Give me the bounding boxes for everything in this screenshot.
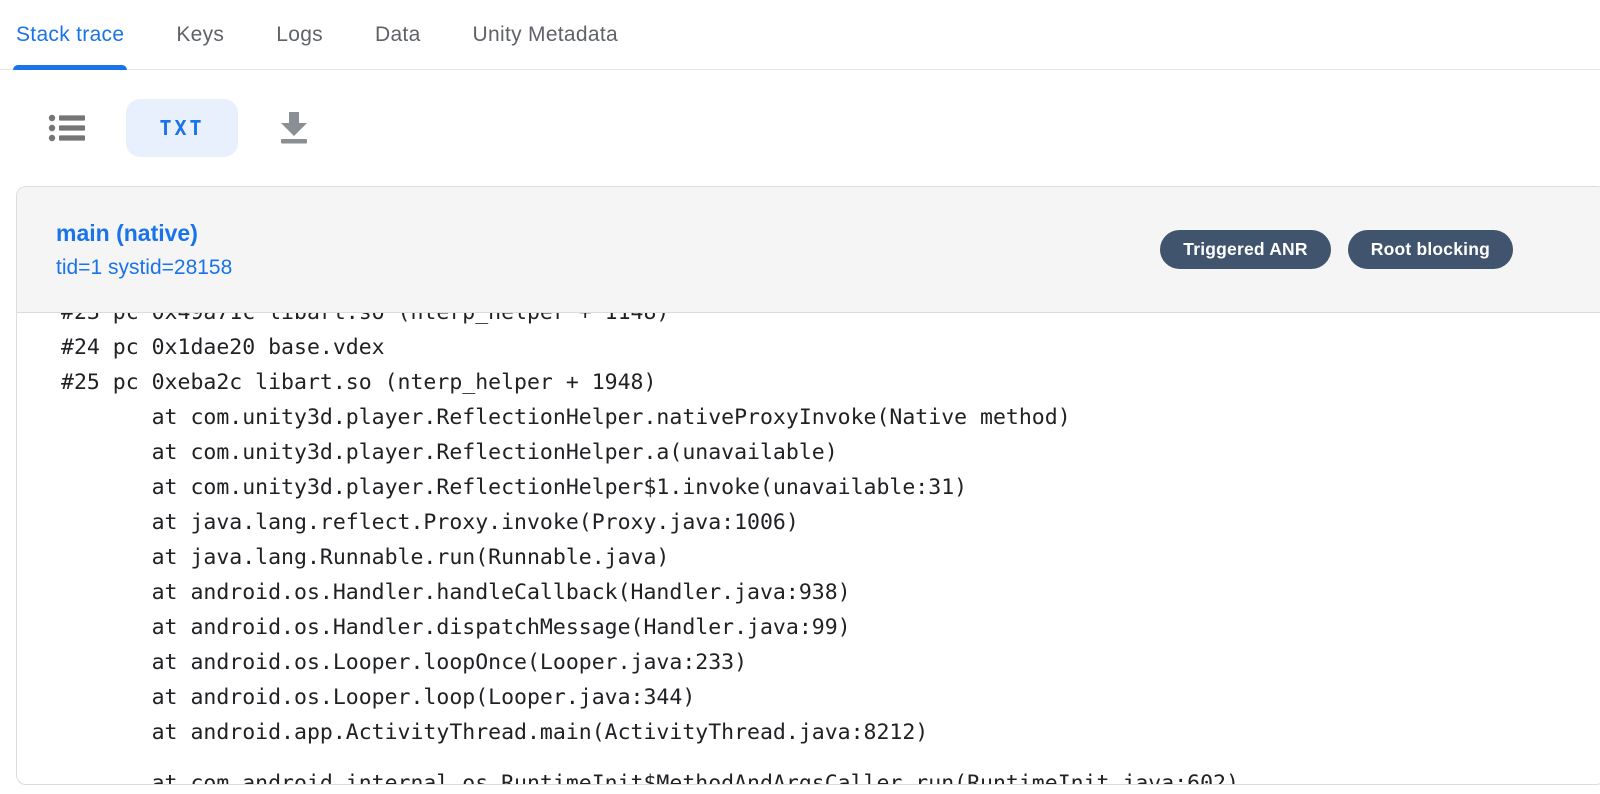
triggered-anr-badge: Triggered ANR [1160,230,1330,269]
stack-trace-line: at com.unity3d.player.ReflectionHelper$1… [61,470,1600,505]
tab-keys[interactable]: Keys [176,0,224,69]
txt-format-button[interactable]: TXT [126,99,238,157]
stack-trace-line: at com.android.internal.os.RuntimeInit$M… [61,766,1600,784]
thread-badges: Triggered ANR Root blocking [1160,230,1513,269]
stack-trace-line: at android.os.Handler.dispatchMessage(Ha… [61,610,1600,645]
stack-trace-line: at android.os.Handler.handleCallback(Han… [61,575,1600,610]
stack-trace-line: at android.app.ActivityThread.main(Activ… [61,715,1600,750]
root-blocking-badge: Root blocking [1348,230,1513,269]
list-view-button[interactable] [48,112,86,144]
thread-info: main (native) tid=1 systid=28158 [56,220,232,280]
stack-trace-line: #25 pc 0xeba2c libart.so (nterp_helper +… [61,365,1600,400]
thread-name-link[interactable]: main (native) [56,220,232,247]
tab-unity-metadata[interactable]: Unity Metadata [473,0,618,69]
stack-trace-line: #23 pc 0x49a71c libart.so (nterp_helper … [61,313,1600,330]
stack-trace-line: at com.unity3d.player.ReflectionHelper.n… [61,400,1600,435]
tab-logs[interactable]: Logs [276,0,323,69]
thread-panel: main (native) tid=1 systid=28158 Trigger… [16,186,1600,785]
download-button[interactable] [274,110,314,146]
thread-ids: tid=1 systid=28158 [56,256,232,280]
download-icon [274,110,314,146]
list-view-icon [48,112,86,144]
stack-trace-line: at java.lang.reflect.Proxy.invoke(Proxy.… [61,505,1600,540]
stack-trace-text: #23 pc 0x49a71c libart.so (nterp_helper … [61,313,1600,784]
thread-header: main (native) tid=1 systid=28158 Trigger… [17,187,1600,313]
stack-trace-line: at java.lang.Runnable.run(Runnable.java) [61,540,1600,575]
stack-trace-line: at android.os.Looper.loopOnce(Looper.jav… [61,645,1600,680]
stack-trace-line: at android.os.Looper.loop(Looper.java:34… [61,680,1600,715]
tab-stack-trace[interactable]: Stack trace [16,0,124,69]
tab-data[interactable]: Data [375,0,421,69]
tab-bar: Stack trace Keys Logs Data Unity Metadat… [0,0,1600,70]
stack-trace-line: at com.unity3d.player.ReflectionHelper.a… [61,435,1600,470]
stack-trace-line: #24 pc 0x1dae20 base.vdex [61,330,1600,365]
stack-trace-scroll-area[interactable]: #23 pc 0x49a71c libart.so (nterp_helper … [17,313,1600,784]
stack-trace-toolbar: TXT [0,70,1600,186]
